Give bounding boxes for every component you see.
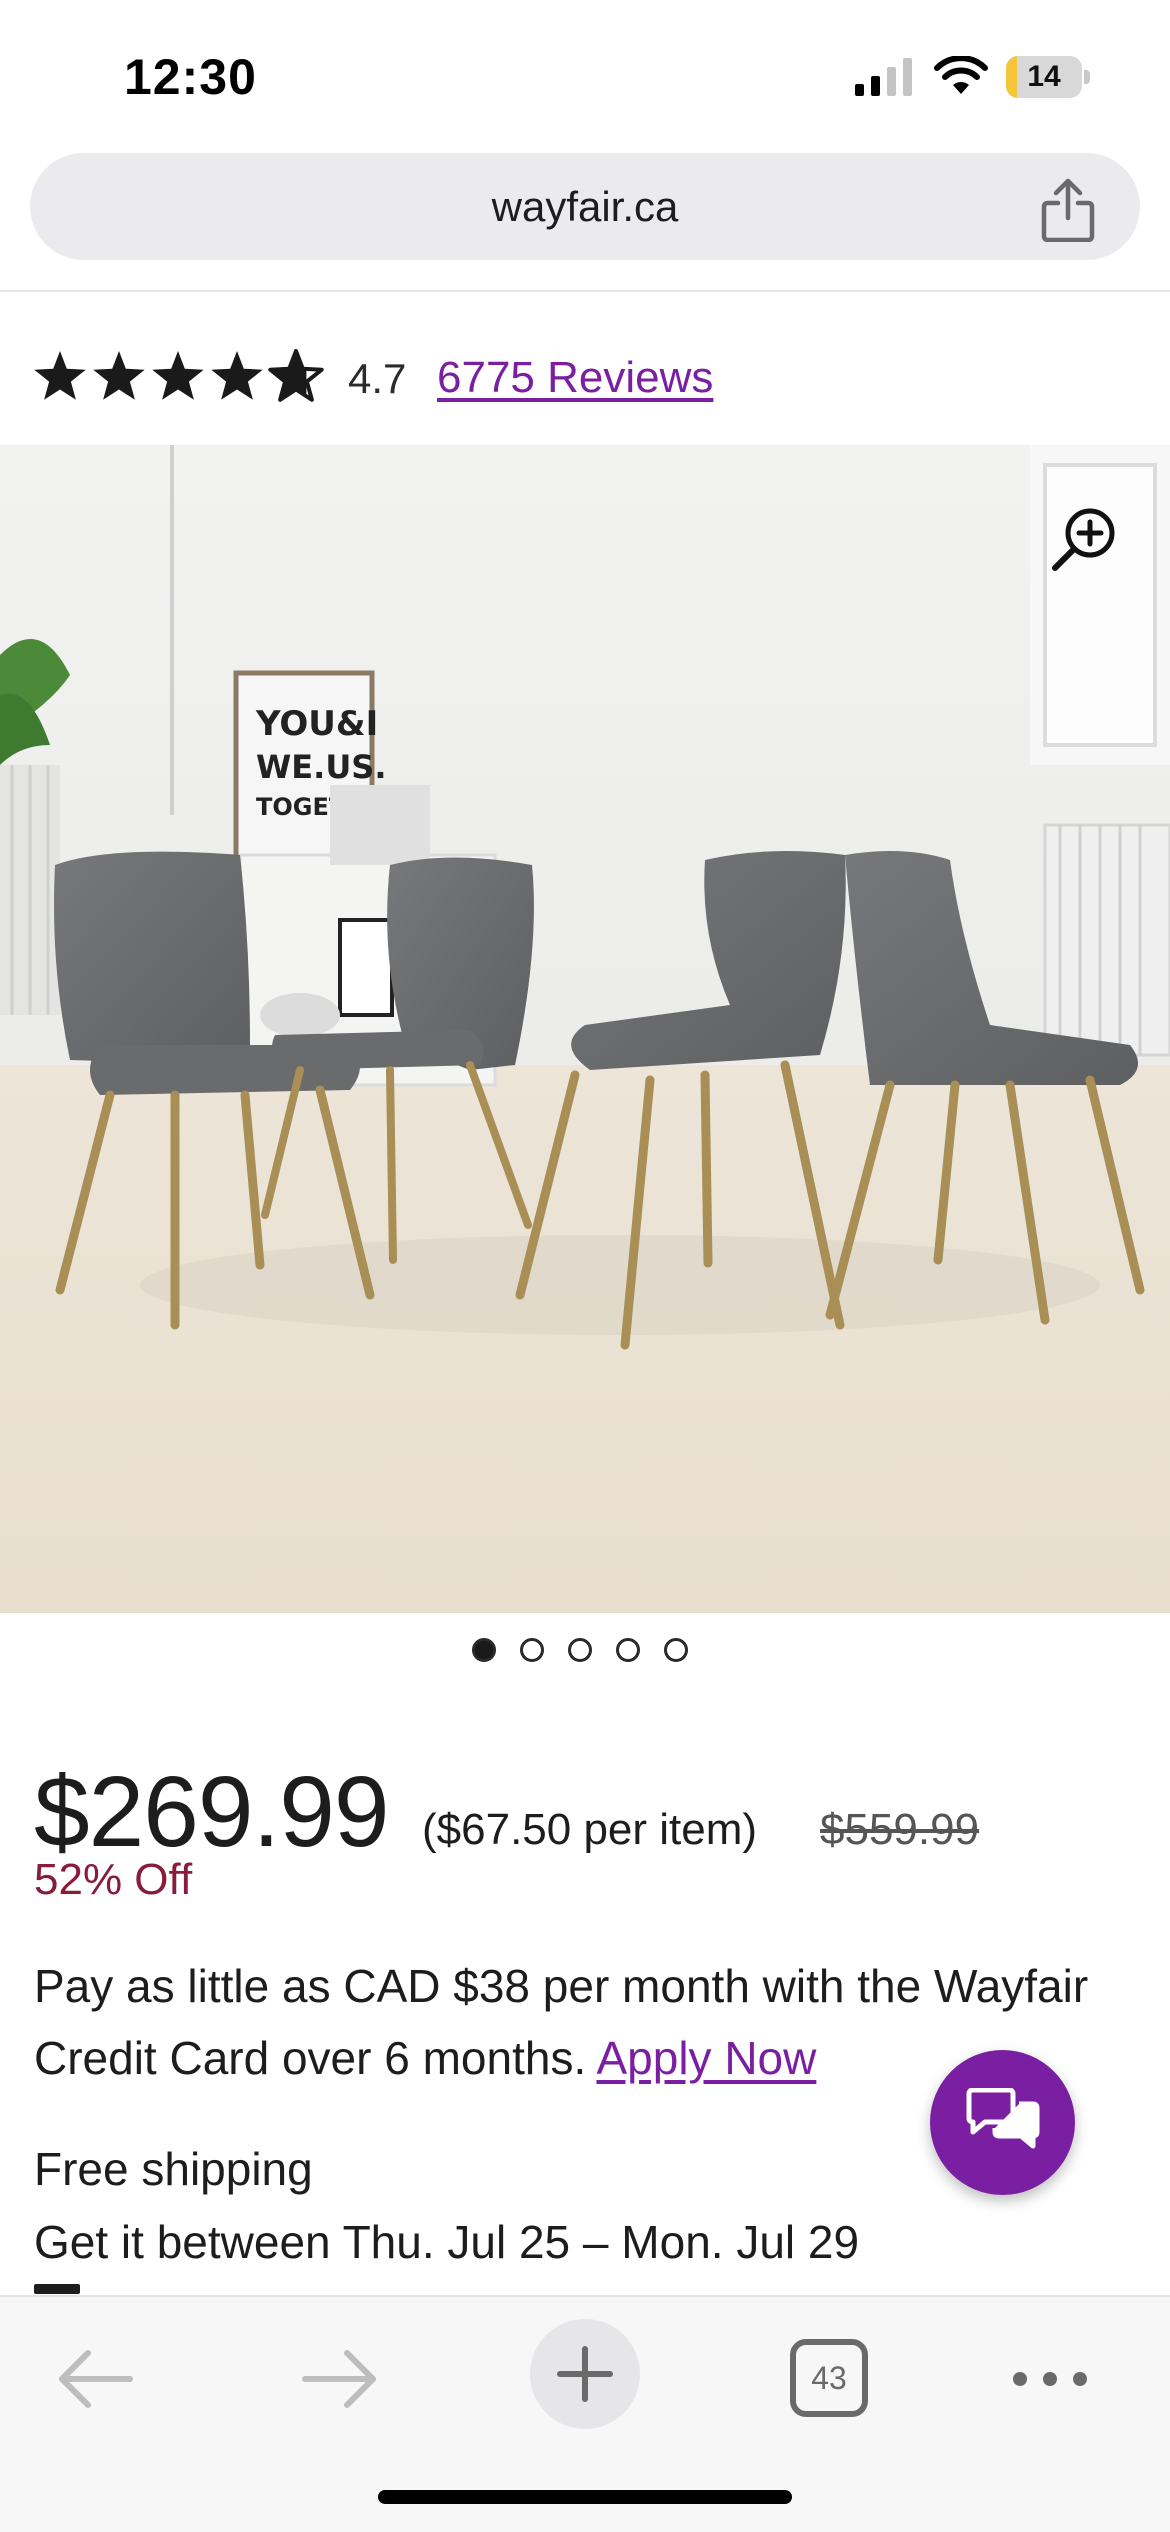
tabs-count: 43	[811, 2360, 847, 2396]
new-tab-button[interactable]	[530, 2319, 640, 2429]
price-per-item: ($67.50 per item)	[422, 1805, 758, 1854]
shipping-title: Free shipping	[34, 2143, 313, 2195]
zoom-in-icon[interactable]	[1050, 505, 1118, 573]
star-filled-icon	[93, 351, 145, 400]
star-filled-icon	[152, 351, 204, 400]
more-options-icon[interactable]	[1010, 2329, 1090, 2429]
poster-line-2: WE.US.	[256, 748, 387, 786]
carousel-dot[interactable]	[472, 1638, 496, 1662]
status-bar: 12:30 14	[0, 0, 1170, 150]
star-rating	[34, 349, 324, 402]
tabs-button[interactable]: 43	[790, 2339, 868, 2417]
star-filled-icon	[34, 351, 86, 400]
back-arrow-icon[interactable]	[50, 2329, 140, 2429]
status-time: 12:30	[124, 49, 257, 105]
rating-row: 4.7 6775 Reviews	[34, 345, 1134, 411]
home-indicator[interactable]	[378, 2490, 792, 2504]
wifi-icon	[934, 56, 988, 94]
plus-icon	[557, 2346, 613, 2402]
address-bar[interactable]: wayfair.ca	[30, 153, 1140, 260]
original-price: $559.99	[820, 1805, 980, 1854]
shipping-dates: Get it between Thu. Jul 25 – Mon. Jul 29	[34, 2216, 860, 2268]
signal-icon	[855, 58, 912, 96]
forward-arrow-icon[interactable]	[295, 2329, 385, 2429]
star-filled-icon	[211, 351, 263, 400]
chat-icon	[966, 2088, 1040, 2149]
chat-button[interactable]	[930, 2050, 1075, 2195]
carousel-dot[interactable]	[664, 1638, 688, 1662]
shipping-overflow-line	[34, 2284, 734, 2294]
share-icon[interactable]	[1040, 178, 1096, 242]
battery-level: 14	[1027, 60, 1061, 93]
url-text[interactable]: wayfair.ca	[30, 153, 1140, 260]
reviews-link[interactable]: 6775 Reviews	[437, 353, 713, 403]
apply-now-link[interactable]: Apply Now	[596, 2032, 816, 2084]
carousel-dot[interactable]	[616, 1638, 640, 1662]
product-photo: YOU&I WE.US. TOGETHER	[0, 445, 1170, 1613]
carousel-dots	[472, 1638, 702, 1666]
rating-value: 4.7	[348, 355, 407, 402]
product-price: $269.99	[34, 1756, 389, 1868]
poster-line-1: YOU&I	[255, 704, 378, 744]
product-image[interactable]: YOU&I WE.US. TOGETHER	[0, 445, 1170, 1613]
battery-icon: 14	[1006, 56, 1090, 98]
carousel-dot[interactable]	[568, 1638, 592, 1662]
financing-text: Pay as little as CAD $38 per month with …	[34, 1960, 1089, 2084]
discount-badge: 52% Off	[34, 1855, 193, 1904]
carousel-dot[interactable]	[520, 1638, 544, 1662]
header-divider	[0, 290, 1170, 292]
